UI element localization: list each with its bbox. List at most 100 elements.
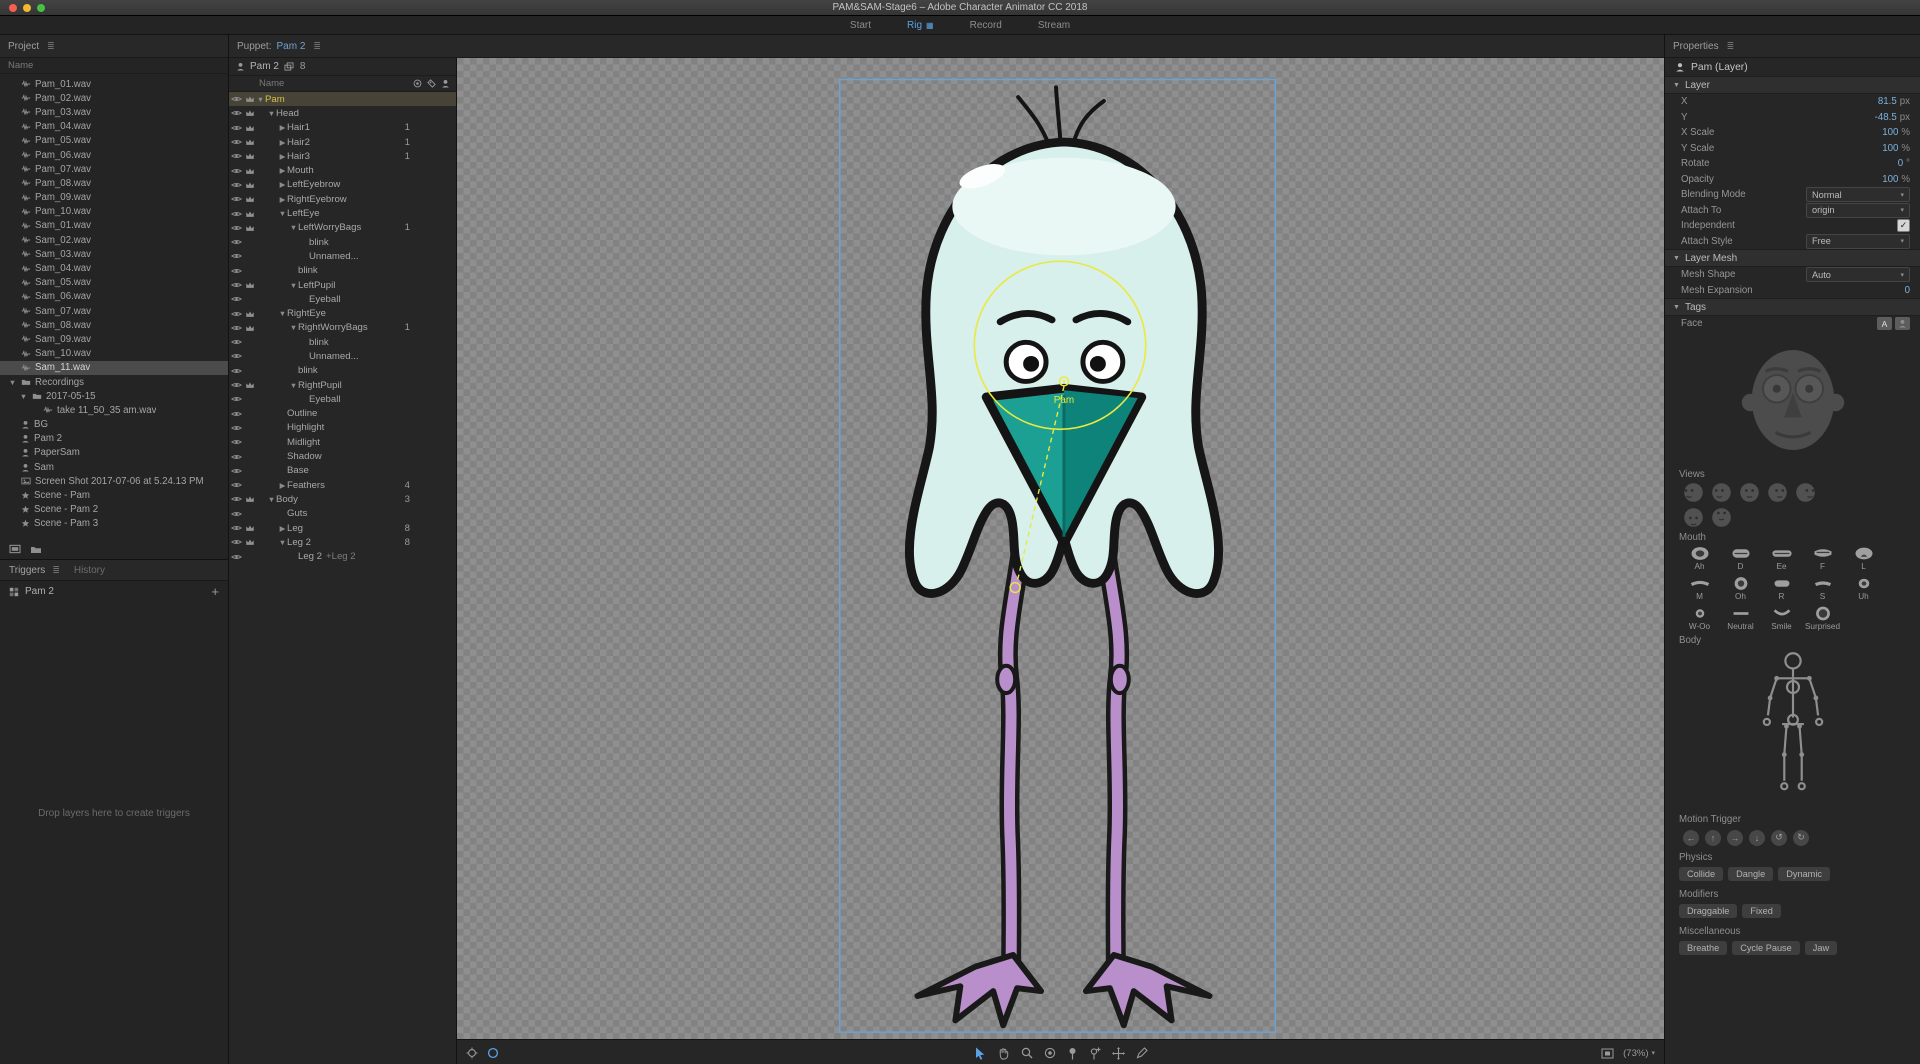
pin-tool-icon[interactable] xyxy=(1067,1047,1078,1060)
independence-crown-icon[interactable] xyxy=(243,181,256,189)
visibility-eye-icon[interactable] xyxy=(229,352,243,360)
puppet-layer-row[interactable]: blink xyxy=(229,264,456,278)
project-item[interactable]: ▼ Recordings xyxy=(0,375,228,389)
visibility-eye-icon[interactable] xyxy=(229,267,243,275)
view-face-icon[interactable] xyxy=(1683,507,1704,528)
twirl-icon[interactable]: ▶ xyxy=(278,195,287,204)
visibility-eye-icon[interactable] xyxy=(229,124,243,132)
project-item[interactable]: Pam_10.wav xyxy=(0,205,228,219)
twirl-icon[interactable]: ▼ xyxy=(19,392,28,401)
twirl-icon[interactable]: ▼ xyxy=(267,495,276,504)
puppet-layer-row[interactable]: ▶ RightEyebrow xyxy=(229,192,456,206)
independence-crown-icon[interactable] xyxy=(243,495,256,503)
twirl-icon[interactable]: ▼ xyxy=(289,281,298,290)
independence-crown-icon[interactable] xyxy=(243,538,256,546)
property-value[interactable]: 81.5 px xyxy=(1878,96,1910,107)
project-item[interactable]: Screen Shot 2017-07-06 at 5.24.13 PM xyxy=(0,474,228,488)
mesh-toggle-icon[interactable] xyxy=(487,1047,499,1059)
project-item[interactable]: Sam xyxy=(0,460,228,474)
puppet-layer-row[interactable]: Highlight xyxy=(229,421,456,435)
puppet-layer-row[interactable]: ▶ Hair1 1 xyxy=(229,121,456,135)
puppet-layer-row[interactable]: ▼ LeftWorryBags 1 xyxy=(229,221,456,235)
trigger-puppet-row[interactable]: Pam 2 + xyxy=(0,583,228,600)
project-item[interactable]: Scene - Pam 2 xyxy=(0,503,228,517)
panel-menu-icon[interactable]: ≣ xyxy=(52,565,60,576)
independence-crown-icon[interactable] xyxy=(243,310,256,318)
mouth-viseme-l[interactable]: L xyxy=(1843,545,1884,571)
panel-menu-icon[interactable]: ≣ xyxy=(313,41,321,52)
visibility-eye-icon[interactable] xyxy=(229,338,243,346)
independence-crown-icon[interactable] xyxy=(243,281,256,289)
puppet-layer-row[interactable]: blink xyxy=(229,364,456,378)
puppet-layer-row[interactable]: Guts xyxy=(229,507,456,521)
mode-tab-record[interactable]: Record xyxy=(970,20,1002,31)
twirl-icon[interactable]: ▶ xyxy=(278,123,287,132)
select-tool-icon[interactable] xyxy=(974,1047,986,1060)
project-item[interactable]: Sam_04.wav xyxy=(0,261,228,275)
motion-trigger-left-icon[interactable]: ← xyxy=(1683,829,1699,846)
project-item[interactable]: Sam_07.wav xyxy=(0,304,228,318)
motion-trigger-cw-icon[interactable]: ↻ xyxy=(1793,829,1809,846)
independence-crown-icon[interactable] xyxy=(243,195,256,203)
puppet-layer-row[interactable]: ▶ Leg 8 xyxy=(229,521,456,535)
visibility-eye-icon[interactable] xyxy=(229,252,243,260)
puppet-layer-row[interactable]: ▼ LeftPupil xyxy=(229,278,456,292)
visibility-eye-icon[interactable] xyxy=(229,138,243,146)
visibility-eye-icon[interactable] xyxy=(229,195,243,203)
section-layer[interactable]: ▼ Layer xyxy=(1665,76,1920,94)
visibility-eye-icon[interactable] xyxy=(229,281,243,289)
project-item[interactable]: PaperSam xyxy=(0,446,228,460)
puppet-layer-row[interactable]: ▶ Hair2 1 xyxy=(229,135,456,149)
puppet-layer-row[interactable]: ▶ LeftEyebrow xyxy=(229,178,456,192)
twirl-icon[interactable]: ▼ xyxy=(289,223,298,232)
zoom-window-button[interactable] xyxy=(37,3,45,12)
close-window-button[interactable] xyxy=(9,3,17,12)
motion-trigger-right-icon[interactable]: → xyxy=(1727,829,1743,846)
zoom-tool-icon[interactable] xyxy=(1021,1047,1033,1059)
section-layer-mesh[interactable]: ▼ Layer Mesh xyxy=(1665,249,1920,267)
puppet-layer-row[interactable]: Unnamed... xyxy=(229,349,456,363)
property-dropdown[interactable]: Auto ▾ xyxy=(1806,267,1910,283)
project-item[interactable]: Pam_01.wav xyxy=(0,77,228,91)
independence-crown-icon[interactable] xyxy=(243,224,256,232)
panel-menu-icon[interactable]: ≣ xyxy=(1727,41,1735,52)
mouth-viseme-woo[interactable]: W-Oo xyxy=(1679,605,1720,631)
project-item[interactable]: Pam_02.wav xyxy=(0,91,228,105)
record-toggle-icon[interactable] xyxy=(413,79,422,88)
visibility-eye-icon[interactable] xyxy=(229,367,243,375)
visibility-eye-icon[interactable] xyxy=(229,453,243,461)
physics-collide-button[interactable]: Collide xyxy=(1679,866,1724,881)
project-item[interactable]: Pam_05.wav xyxy=(0,134,228,148)
twirl-icon[interactable]: ▼ xyxy=(289,323,298,332)
visibility-eye-icon[interactable] xyxy=(229,495,243,503)
hand-tool-icon[interactable] xyxy=(997,1047,1010,1060)
project-item[interactable]: Scene - Pam 3 xyxy=(0,517,228,531)
visibility-eye-icon[interactable] xyxy=(229,152,243,160)
property-value[interactable]: 100% xyxy=(1882,127,1910,138)
twirl-icon[interactable]: ▼ xyxy=(256,95,265,104)
independence-crown-icon[interactable] xyxy=(243,138,256,146)
property-value[interactable]: -48.5 px xyxy=(1875,112,1910,123)
person-icon[interactable] xyxy=(441,79,450,88)
independence-crown-icon[interactable] xyxy=(243,524,256,532)
motion-trigger-ccw-icon[interactable]: ↺ xyxy=(1771,829,1787,846)
mouth-viseme-uh[interactable]: Uh xyxy=(1843,575,1884,601)
visibility-eye-icon[interactable] xyxy=(229,381,243,389)
puppet-layer-row[interactable]: Base xyxy=(229,464,456,478)
motion-trigger-down-icon[interactable]: ↓ xyxy=(1749,829,1765,846)
property-checkbox[interactable]: ✓ xyxy=(1897,219,1910,233)
visibility-eye-icon[interactable] xyxy=(229,538,243,546)
mouth-viseme-m[interactable]: M xyxy=(1679,575,1720,601)
new-scene-icon[interactable] xyxy=(9,544,21,554)
physics-dangle-button[interactable]: Dangle xyxy=(1728,866,1774,881)
modifier-fixed-button[interactable]: Fixed xyxy=(1742,903,1781,918)
new-folder-icon[interactable] xyxy=(30,545,42,554)
project-item[interactable]: Pam_04.wav xyxy=(0,120,228,134)
puppet-layer-row[interactable]: ▼ RightPupil xyxy=(229,378,456,392)
misc-cycle-pause-button[interactable]: Cycle Pause xyxy=(1732,940,1800,955)
visibility-eye-icon[interactable] xyxy=(229,438,243,446)
visibility-eye-icon[interactable] xyxy=(229,324,243,332)
visibility-eye-icon[interactable] xyxy=(229,295,243,303)
puppet-layer-row[interactable]: ▶ Feathers 4 xyxy=(229,478,456,492)
puppet-layer-row[interactable]: Unnamed... xyxy=(229,249,456,263)
